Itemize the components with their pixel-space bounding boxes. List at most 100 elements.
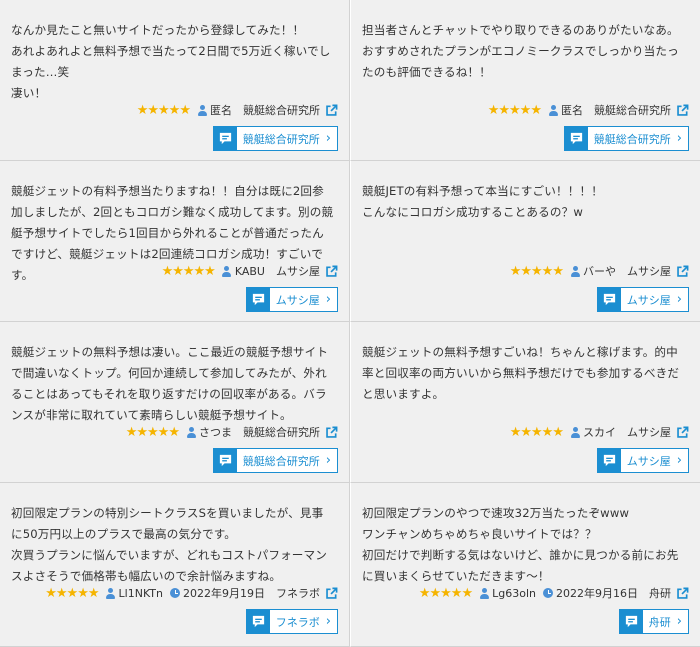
- site-button[interactable]: 競艇総合研究所 ›: [212, 126, 338, 151]
- site-button[interactable]: ムサシ屋 ›: [596, 287, 689, 312]
- chat-bubble-icon: [213, 127, 237, 150]
- chat-bubble-icon: [246, 288, 270, 311]
- review-meta: ★★★★★ Lg63oln 2022年9月16日 舟研: [418, 585, 689, 601]
- chevron-right-icon: ›: [676, 453, 682, 468]
- rating-stars: ★★★★★: [487, 102, 542, 118]
- external-link-icon[interactable]: [325, 426, 338, 439]
- review-meta: ★★★★★ バーや ムサシ屋: [509, 263, 689, 279]
- site-button-label: 競艇総合研究所: [242, 132, 320, 146]
- review-body: 初回限定プランの特別シートクラスSを買いましたが、見事に50万円以上のプラスで最…: [11, 506, 328, 583]
- site-button[interactable]: フネラボ ›: [245, 609, 338, 634]
- chat-bubble-icon: [213, 449, 237, 472]
- reviewer-name: スカイ: [583, 426, 616, 439]
- review-body: 競艇ジェットの無料予想すごいね！ちゃんと稼げます。的中率と回収率の両方いいから無…: [362, 345, 680, 401]
- review-meta: ★★★★★ Ll1NKTn 2022年9月19日 フネラボ: [45, 585, 338, 601]
- review-body: 初回限定プランのやつで速攻32万当たったぞwww ワンチャンめちゃめちゃ良いサイ…: [362, 506, 679, 583]
- site-button[interactable]: ムサシ屋 ›: [245, 287, 338, 312]
- review-text: 担当者さんとチャットでやり取りできるのありがたいなあ。 おすすめされたプランがエ…: [362, 20, 686, 83]
- chevron-right-icon: ›: [325, 292, 331, 307]
- review-body: 競艇JETの有料予想って本当にすごい！！！！ こんなにコロガシ成功することあるの…: [362, 184, 603, 219]
- user-icon: [186, 426, 196, 438]
- chevron-right-icon: ›: [325, 453, 331, 468]
- review-meta: ★★★★★ KABU ムサシ屋: [161, 263, 338, 279]
- site-button[interactable]: 競艇総合研究所 ›: [212, 448, 338, 473]
- chevron-right-icon: ›: [676, 614, 682, 629]
- rating-stars: ★★★★★: [161, 263, 216, 279]
- clock-icon: [543, 588, 553, 598]
- site-button-label: ムサシ屋: [626, 293, 671, 307]
- external-link-icon[interactable]: [325, 587, 338, 600]
- review-text: 競艇JETの有料予想って本当にすごい！！！！ こんなにコロガシ成功することあるの…: [362, 181, 686, 223]
- clock-icon: [170, 588, 180, 598]
- chevron-right-icon: ›: [325, 614, 331, 629]
- review-date: 2022年9月16日: [556, 587, 638, 600]
- external-link-icon[interactable]: [676, 587, 689, 600]
- site-name-link[interactable]: 競艇総合研究所: [243, 102, 320, 118]
- review-text: なんか見たこと無いサイトだったから登録してみた！！ あれよあれよと無料予想で当た…: [11, 20, 335, 104]
- review-body: なんか見たこと無いサイトだったから登録してみた！！ あれよあれよと無料予想で当た…: [11, 23, 331, 100]
- site-name-link[interactable]: フネラボ: [276, 585, 320, 601]
- review-text: 競艇ジェットの無料予想すごいね！ちゃんと稼げます。的中率と回収率の両方いいから無…: [362, 342, 686, 405]
- site-name-link[interactable]: 競艇総合研究所: [243, 424, 320, 440]
- external-link-icon[interactable]: [676, 104, 689, 117]
- review-card: なんか見たこと無いサイトだったから登録してみた！！ あれよあれよと無料予想で当た…: [0, 0, 350, 161]
- review-meta: ★★★★★ 匿名 競艇総合研究所: [487, 102, 689, 118]
- review-meta: ★★★★★ さつま 競艇総合研究所: [125, 424, 338, 440]
- user-icon: [548, 104, 558, 116]
- review-text: 初回限定プランの特別シートクラスSを買いましたが、見事に50万円以上のプラスで最…: [11, 503, 335, 587]
- review-card: 競艇ジェットの無料予想すごいね！ちゃんと稼げます。的中率と回収率の両方いいから無…: [350, 322, 700, 483]
- external-link-icon[interactable]: [325, 104, 338, 117]
- review-card: 初回限定プランのやつで速攻32万当たったぞwww ワンチャンめちゃめちゃ良いサイ…: [350, 483, 700, 647]
- chevron-right-icon: ›: [676, 131, 682, 146]
- user-icon: [570, 426, 580, 438]
- external-link-icon[interactable]: [325, 265, 338, 278]
- review-meta: ★★★★★ 匿名 競艇総合研究所: [137, 102, 338, 118]
- external-link-icon[interactable]: [676, 265, 689, 278]
- chat-bubble-icon: [564, 127, 588, 150]
- external-link-icon[interactable]: [676, 426, 689, 439]
- chat-bubble-icon: [246, 610, 270, 633]
- review-card: 競艇ジェットの無料予想は凄い。ここ最近の競艇予想サイトで間違いなくトップ。何回か…: [0, 322, 350, 483]
- reviewer-name: Ll1NKTn: [118, 586, 163, 600]
- rating-stars: ★★★★★: [125, 424, 180, 440]
- site-button[interactable]: 舟研 ›: [618, 609, 689, 634]
- site-button-label: 競艇総合研究所: [242, 454, 320, 468]
- chat-bubble-icon: [619, 610, 643, 633]
- review-card: 競艇JETの有料予想って本当にすごい！！！！ こんなにコロガシ成功することあるの…: [350, 161, 700, 322]
- site-name-link[interactable]: ムサシ屋: [627, 424, 671, 440]
- site-button-label: フネラボ: [275, 615, 320, 629]
- site-button-label: ムサシ屋: [275, 293, 320, 307]
- chat-bubble-icon: [597, 449, 621, 472]
- site-name-link[interactable]: 競艇総合研究所: [594, 102, 671, 118]
- reviewer-name: KABU: [234, 264, 265, 278]
- review-grid: なんか見たこと無いサイトだったから登録してみた！！ あれよあれよと無料予想で当た…: [0, 0, 700, 647]
- site-name-link[interactable]: ムサシ屋: [627, 263, 671, 279]
- rating-stars: ★★★★★: [509, 263, 564, 279]
- review-body: 担当者さんとチャットでやり取りできるのありがたいなあ。 おすすめされたプランがエ…: [362, 23, 679, 79]
- site-name-link[interactable]: 舟研: [649, 585, 671, 601]
- review-card: 競艇ジェットの有料予想当たりますね！！自分は既に2回参加しましたが、2回ともコロ…: [0, 161, 350, 322]
- review-text: 初回限定プランのやつで速攻32万当たったぞwww ワンチャンめちゃめちゃ良いサイ…: [362, 503, 686, 587]
- review-card: 担当者さんとチャットでやり取りできるのありがたいなあ。 おすすめされたプランがエ…: [350, 0, 700, 161]
- reviewer-name: さつま: [199, 426, 232, 439]
- user-icon: [479, 587, 489, 599]
- site-name-link[interactable]: ムサシ屋: [276, 263, 320, 279]
- rating-stars: ★★★★★: [418, 585, 473, 601]
- site-button-label: 競艇総合研究所: [593, 132, 671, 146]
- reviewer-name: バーや: [583, 265, 616, 278]
- user-icon: [222, 265, 232, 277]
- review-body: 競艇ジェットの無料予想は凄い。ここ最近の競艇予想サイトで間違いなくトップ。何回か…: [11, 345, 329, 422]
- site-button-label: 舟研: [648, 615, 671, 629]
- site-button[interactable]: ムサシ屋 ›: [596, 448, 689, 473]
- reviewer-name: 匿名: [561, 104, 583, 117]
- user-icon: [197, 104, 207, 116]
- review-meta: ★★★★★ スカイ ムサシ屋: [509, 424, 689, 440]
- rating-stars: ★★★★★: [509, 424, 564, 440]
- chevron-right-icon: ›: [676, 292, 682, 307]
- rating-stars: ★★★★★: [45, 585, 99, 601]
- user-icon: [570, 265, 580, 277]
- site-button[interactable]: 競艇総合研究所 ›: [563, 126, 689, 151]
- review-card: 初回限定プランの特別シートクラスSを買いましたが、見事に50万円以上のプラスで最…: [0, 483, 350, 647]
- site-button-label: ムサシ屋: [626, 454, 671, 468]
- review-text: 競艇ジェットの無料予想は凄い。ここ最近の競艇予想サイトで間違いなくトップ。何回か…: [11, 342, 335, 426]
